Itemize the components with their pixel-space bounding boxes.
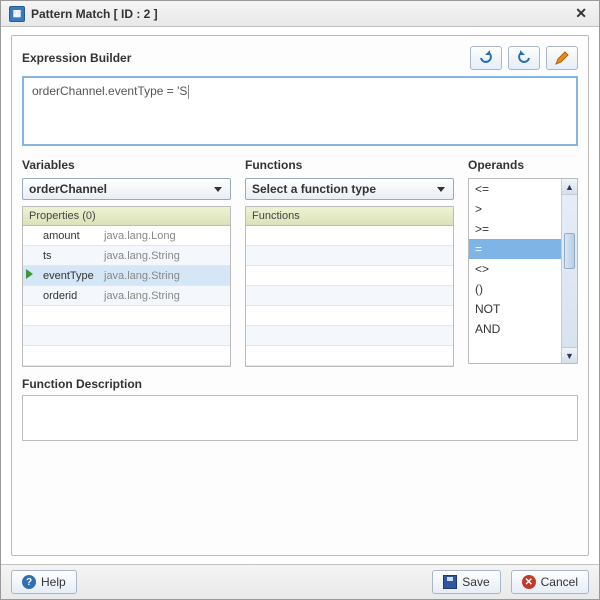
inner-panel: Expression Builder orderChannel.eventTyp… — [11, 35, 589, 556]
operands-column: Operands <=>>==<>()NOTAND ▲ ▼ — [468, 158, 578, 367]
chevron-down-icon — [437, 187, 445, 192]
property-row[interactable]: orderid java.lang.String — [23, 286, 230, 306]
list-item — [246, 306, 453, 326]
edit-button[interactable] — [546, 46, 578, 70]
list-item — [23, 326, 230, 346]
list-item — [246, 246, 453, 266]
operands-list[interactable]: <=>>==<>()NOTAND ▲ ▼ — [468, 178, 578, 364]
save-button[interactable]: Save — [432, 570, 500, 594]
operand-item[interactable]: () — [469, 279, 561, 299]
redo-icon — [516, 50, 532, 66]
scrollbar[interactable]: ▲ ▼ — [561, 179, 577, 363]
property-row[interactable]: eventType java.lang.String — [23, 266, 230, 286]
property-type: java.lang.String — [104, 270, 180, 282]
operand-item[interactable]: > — [469, 199, 561, 219]
list-item — [23, 346, 230, 366]
redo-button[interactable] — [508, 46, 540, 70]
properties-rows: amountjava.lang.Longtsjava.lang.Stringev… — [23, 226, 230, 366]
undo-icon — [478, 50, 494, 66]
operands-label: Operands — [468, 158, 578, 172]
chevron-down-icon — [214, 187, 222, 192]
operand-item[interactable]: = — [469, 239, 561, 259]
window-title: Pattern Match [ ID : 2 ] — [31, 7, 158, 21]
scroll-down-button[interactable]: ▼ — [562, 347, 577, 363]
property-row[interactable]: ts java.lang.String — [23, 246, 230, 266]
variables-label: Variables — [22, 158, 231, 172]
pencil-icon — [554, 50, 570, 66]
property-type: java.lang.String — [104, 250, 180, 262]
pattern-match-dialog: ▦ Pattern Match [ ID : 2 ] ✕ Expression … — [0, 0, 600, 600]
scroll-up-button[interactable]: ▲ — [562, 179, 577, 195]
list-item — [246, 346, 453, 366]
property-type: java.lang.String — [104, 290, 180, 302]
app-icon: ▦ — [9, 6, 25, 22]
variables-column: Variables orderChannel Properties (0) am… — [22, 158, 231, 367]
scroll-thumb[interactable] — [564, 233, 575, 269]
function-description-label: Function Description — [22, 377, 578, 391]
property-type: java.lang.Long — [104, 230, 176, 242]
properties-panel: Properties (0) amountjava.lang.Longtsjav… — [22, 206, 231, 367]
functions-selector-value: Select a function type — [252, 182, 376, 196]
list-item — [246, 286, 453, 306]
cancel-label: Cancel — [541, 575, 578, 589]
property-name: ts — [43, 250, 98, 262]
cancel-button[interactable]: ✕ Cancel — [511, 570, 589, 594]
properties-header: Properties (0) — [23, 207, 230, 226]
property-name: amount — [43, 230, 98, 242]
expression-input[interactable]: orderChannel.eventType = 'S — [22, 76, 578, 146]
close-icon[interactable]: ✕ — [571, 5, 591, 22]
help-icon: ? — [22, 575, 36, 589]
property-row[interactable]: amount java.lang.Long — [23, 226, 230, 246]
property-name: orderid — [43, 290, 98, 302]
property-name: eventType — [43, 270, 98, 282]
list-item — [246, 326, 453, 346]
list-item — [23, 306, 230, 326]
titlebar: ▦ Pattern Match [ ID : 2 ] ✕ — [1, 1, 599, 27]
functions-label: Functions — [245, 158, 454, 172]
operand-item[interactable]: <> — [469, 259, 561, 279]
functions-selector[interactable]: Select a function type — [245, 178, 454, 200]
operand-item[interactable]: NOT — [469, 299, 561, 319]
cancel-icon: ✕ — [522, 575, 536, 589]
operand-item[interactable]: AND — [469, 319, 561, 339]
expression-text: orderChannel.eventType = 'S — [32, 84, 187, 98]
variables-selector-value: orderChannel — [29, 182, 107, 196]
undo-button[interactable] — [470, 46, 502, 70]
current-row-icon — [26, 269, 33, 279]
expression-builder-label: Expression Builder — [22, 51, 470, 65]
text-cursor — [188, 85, 189, 99]
save-label: Save — [462, 575, 489, 589]
help-button[interactable]: ? Help — [11, 570, 77, 594]
list-item — [246, 226, 453, 246]
operand-item[interactable]: >= — [469, 219, 561, 239]
help-label: Help — [41, 575, 66, 589]
list-item — [246, 266, 453, 286]
save-icon — [443, 575, 457, 589]
functions-panel-header: Functions — [246, 207, 453, 226]
function-description-box — [22, 395, 578, 441]
footer: ? Help Save ✕ Cancel — [1, 564, 599, 599]
functions-column: Functions Select a function type Functio… — [245, 158, 454, 367]
functions-panel: Functions — [245, 206, 454, 367]
operand-item[interactable]: <= — [469, 179, 561, 199]
variables-selector[interactable]: orderChannel — [22, 178, 231, 200]
body-area: Expression Builder orderChannel.eventTyp… — [1, 27, 599, 564]
